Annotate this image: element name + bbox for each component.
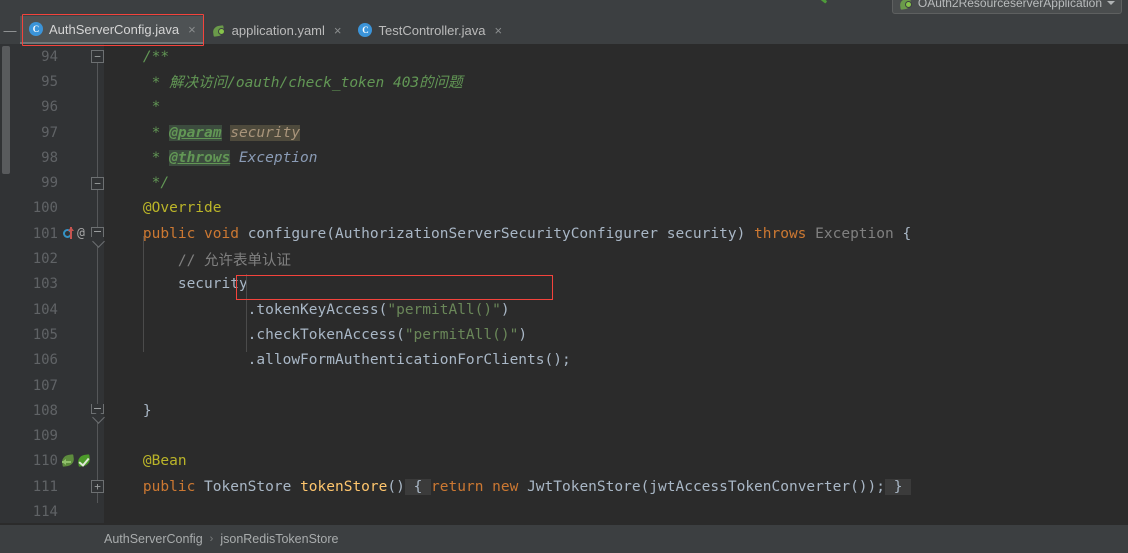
tab-test-controller[interactable]: C TestController.java × bbox=[349, 16, 510, 44]
code-line[interactable]: 101 @ public void configure(Authorization… bbox=[0, 221, 1128, 246]
bean-check-icon[interactable] bbox=[78, 454, 92, 468]
fold-expand-icon[interactable]: + bbox=[91, 480, 104, 494]
breadcrumb-item-member[interactable]: jsonRedisTokenStore bbox=[220, 532, 338, 546]
run-configuration-name: OAuth2ResourceserverApplication bbox=[917, 0, 1102, 10]
tab-label: AuthServerConfig.java bbox=[49, 21, 180, 37]
tab-application-yaml[interactable]: application.yaml × bbox=[204, 16, 350, 44]
editor-tab-bar: — C AuthServerConfig.java × application.… bbox=[0, 16, 1128, 44]
java-class-icon: C bbox=[358, 23, 373, 37]
code-line[interactable]: 114 bbox=[0, 499, 1128, 524]
line-number[interactable]: 94 bbox=[12, 49, 58, 65]
code-text: */ bbox=[108, 175, 170, 192]
code-line[interactable]: 102 // 允许表单认证 bbox=[0, 246, 1128, 271]
idea-editor-window: OAuth2ResourceserverApplication — C Auth… bbox=[0, 0, 1128, 553]
code-line[interactable]: 103 security bbox=[0, 272, 1128, 297]
toolbar-strip: OAuth2ResourceserverApplication bbox=[0, 0, 1128, 16]
code-line[interactable]: 107 bbox=[0, 373, 1128, 398]
code-text: @Bean bbox=[108, 453, 187, 470]
java-class-icon: C bbox=[29, 22, 43, 36]
code-text: * bbox=[108, 99, 161, 116]
code-line[interactable]: 110 @Bean bbox=[0, 449, 1128, 474]
code-line[interactable]: 100 @Override bbox=[0, 196, 1128, 221]
fold-collapse-icon[interactable]: − bbox=[91, 50, 104, 64]
code-text: public TokenStore tokenStore() { return … bbox=[142, 478, 912, 495]
code-text: * @throws Exception bbox=[108, 149, 318, 166]
code-text: // 允许表单认证 bbox=[108, 252, 292, 269]
chevron-right-icon: › bbox=[209, 533, 214, 545]
spring-leaf-icon bbox=[900, 0, 913, 10]
collapse-icon[interactable]: — bbox=[0, 16, 20, 44]
run-configuration-selector[interactable]: OAuth2ResourceserverApplication bbox=[891, 0, 1122, 14]
indent-guide bbox=[143, 236, 144, 352]
code-line[interactable]: 95 * 解决访问/oauth/check_token 403的问题 bbox=[0, 69, 1128, 94]
line-number[interactable]: 101 bbox=[12, 226, 58, 242]
line-number[interactable]: 105 bbox=[12, 327, 58, 343]
code-line[interactable]: 94 − /** bbox=[0, 44, 1128, 69]
tab-auth-server-config[interactable]: C AuthServerConfig.java × bbox=[20, 16, 204, 44]
code-editor[interactable]: 94 − /** 95 * 解决访问/oauth/check_token 403的问… bbox=[0, 44, 1128, 525]
line-number[interactable]: 102 bbox=[12, 251, 58, 267]
code-text: public void configure(AuthorizationServe… bbox=[142, 225, 912, 242]
line-number[interactable]: 107 bbox=[12, 378, 58, 394]
code-line[interactable]: 106 .allowFormAuthenticationForClients()… bbox=[0, 348, 1128, 373]
close-icon[interactable]: × bbox=[494, 24, 502, 37]
line-number[interactable]: 95 bbox=[12, 74, 58, 90]
breadcrumb: AuthServerConfig › jsonRedisTokenStore bbox=[0, 525, 1128, 553]
line-number[interactable]: 109 bbox=[12, 428, 58, 444]
tab-label: TestController.java bbox=[378, 22, 486, 38]
line-number[interactable]: 100 bbox=[12, 200, 58, 216]
code-line[interactable]: 104 .tokenKeyAccess("permitAll()") bbox=[0, 297, 1128, 322]
breadcrumb-item-class[interactable]: AuthServerConfig bbox=[104, 532, 203, 546]
line-number[interactable]: 110 bbox=[12, 453, 58, 469]
fold-collapse-icon[interactable]: − bbox=[91, 176, 104, 190]
line-number[interactable]: 97 bbox=[12, 125, 58, 141]
code-text: * @param security bbox=[108, 124, 301, 141]
bean-navigate-icon[interactable] bbox=[62, 454, 76, 468]
indent-guide bbox=[246, 274, 247, 352]
code-line[interactable]: 97 * @param security bbox=[0, 120, 1128, 145]
line-number[interactable]: 103 bbox=[12, 276, 58, 292]
spring-leaf-icon bbox=[213, 24, 226, 37]
annotation-at-icon[interactable]: @ bbox=[77, 227, 90, 240]
code-text: security bbox=[108, 276, 248, 293]
code-line[interactable]: 105 .checkTokenAccess("permitAll()") bbox=[0, 322, 1128, 347]
tab-label: application.yaml bbox=[231, 22, 325, 38]
fold-region-end-icon[interactable] bbox=[91, 404, 104, 417]
code-text: .checkTokenAccess("permitAll()") bbox=[108, 326, 528, 343]
close-icon[interactable]: × bbox=[188, 23, 196, 36]
override-icon[interactable] bbox=[62, 227, 75, 240]
code-line[interactable]: 98 * @throws Exception bbox=[0, 145, 1128, 170]
code-text: } bbox=[108, 402, 152, 419]
line-number[interactable]: 99 bbox=[12, 175, 58, 191]
code-text: /** bbox=[108, 48, 170, 65]
code-line[interactable]: 109 bbox=[0, 423, 1128, 448]
code-line[interactable]: 99 − */ bbox=[0, 170, 1128, 195]
fold-region-start-icon[interactable] bbox=[91, 227, 104, 240]
code-line[interactable]: 111 + public TokenStore tokenStore() { re… bbox=[0, 474, 1128, 499]
line-number[interactable]: 106 bbox=[12, 352, 58, 368]
close-icon[interactable]: × bbox=[334, 24, 342, 37]
line-number[interactable]: 98 bbox=[12, 150, 58, 166]
code-text: .allowFormAuthenticationForClients(); bbox=[108, 352, 571, 369]
code-line[interactable]: 96 * bbox=[0, 95, 1128, 120]
gutter-icons bbox=[62, 451, 96, 471]
line-number[interactable]: 111 bbox=[12, 479, 58, 495]
line-number[interactable]: 104 bbox=[12, 302, 58, 318]
code-text: .tokenKeyAccess("permitAll()") bbox=[108, 301, 510, 318]
line-number[interactable]: 96 bbox=[12, 99, 58, 115]
code-lines-container: 94 − /** 95 * 解决访问/oauth/check_token 403的问… bbox=[0, 44, 1128, 525]
chevron-down-icon[interactable] bbox=[1107, 1, 1115, 5]
code-line[interactable]: 108 } bbox=[0, 398, 1128, 423]
green-pen-icon bbox=[808, 0, 832, 13]
line-number[interactable]: 108 bbox=[12, 403, 58, 419]
code-text: @Override bbox=[108, 200, 222, 217]
code-text: * 解决访问/oauth/check_token 403的问题 bbox=[108, 75, 463, 92]
line-number[interactable]: 114 bbox=[12, 504, 58, 520]
